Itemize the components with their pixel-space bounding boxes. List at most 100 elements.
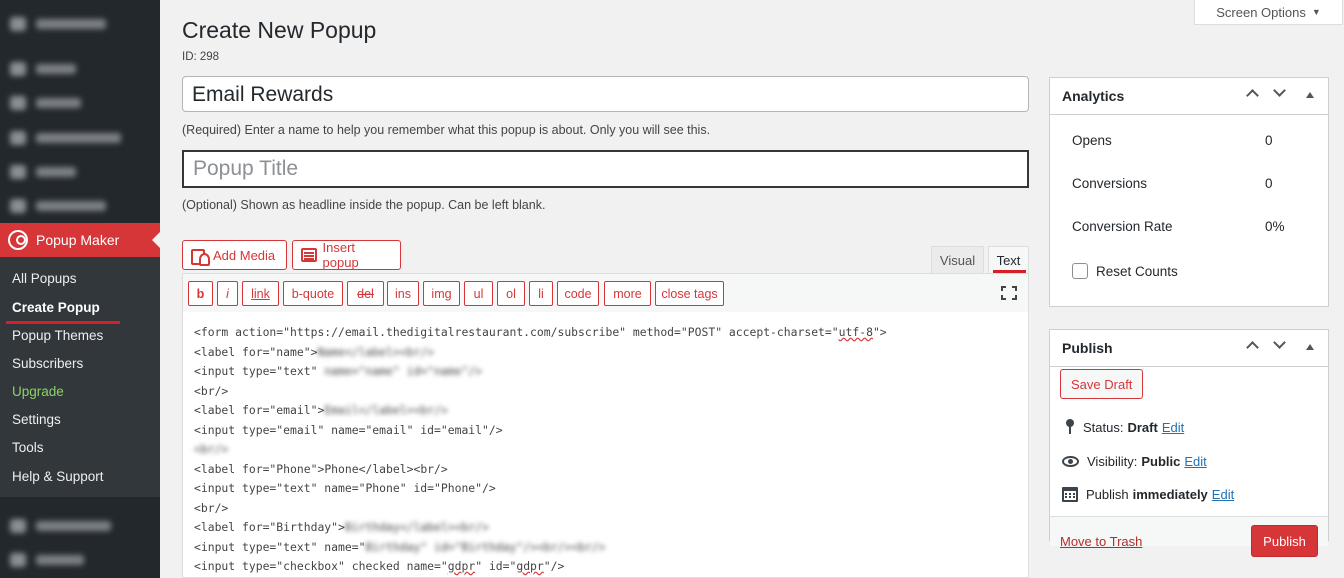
collapse-toggle-icon[interactable]	[1306, 344, 1314, 350]
conversion-rate-value: 0%	[1265, 219, 1285, 234]
submenu-popup-themes[interactable]: Popup Themes	[12, 328, 103, 343]
page-title: Create New Popup	[182, 17, 377, 43]
quicktag-ins[interactable]: ins	[387, 281, 419, 306]
sidebar-item-plugins[interactable]	[0, 545, 160, 575]
move-down-icon[interactable]	[1273, 336, 1286, 349]
move-up-icon[interactable]	[1246, 341, 1259, 354]
code-line: <label for="email">Email</label><br/>	[194, 403, 448, 417]
reset-counts-label: Reset Counts	[1096, 264, 1178, 279]
add-media-button[interactable]: Add Media	[182, 240, 287, 270]
conversions-value: 0	[1265, 176, 1273, 191]
screen-options-label: Screen Options	[1216, 4, 1306, 20]
code-line: <input type="checkbox" checked name="gdp…	[194, 559, 565, 573]
popup-name-input[interactable]: Email Rewards	[182, 76, 1029, 112]
add-media-icon	[191, 247, 210, 266]
comments-icon	[10, 199, 26, 213]
opens-label: Opens	[1072, 133, 1112, 148]
quicktag-link[interactable]: link	[242, 281, 279, 306]
sidebar-item-dashboard[interactable]	[0, 9, 160, 39]
reset-counts-checkbox[interactable]	[1072, 263, 1088, 279]
publish-panel: Publish Save Draft Status: Draft Edit Vi…	[1049, 329, 1329, 557]
insert-popup-label: Insert popup	[322, 240, 359, 270]
code-line: <input type="text" name="Birthday" id="B…	[194, 539, 606, 554]
builder-icon	[10, 131, 26, 145]
submenu-upgrade[interactable]: Upgrade	[12, 384, 64, 399]
code-line: <br/>	[194, 442, 229, 456]
analytics-panel-header: Analytics	[1050, 78, 1328, 115]
submenu-tools[interactable]: Tools	[12, 440, 44, 455]
status-label: Status:	[1083, 419, 1124, 435]
move-down-icon[interactable]	[1273, 84, 1286, 97]
submenu-help-support[interactable]: Help & Support	[12, 469, 104, 484]
edit-status-link[interactable]: Edit	[1162, 420, 1184, 435]
pin-icon	[10, 62, 26, 76]
publish-label: Publish	[1086, 487, 1129, 502]
publish-footer: Move to Trash Publish	[1050, 516, 1328, 557]
publish-button[interactable]: Publish	[1251, 525, 1318, 557]
quicktag-italic[interactable]: i	[217, 281, 238, 306]
submenu-settings[interactable]: Settings	[12, 412, 61, 427]
opens-value: 0	[1265, 133, 1273, 148]
quicktag-del[interactable]: del	[347, 281, 384, 306]
edit-schedule-link[interactable]: Edit	[1212, 487, 1234, 502]
quicktag-img[interactable]: img	[423, 281, 460, 306]
quicktag-bold[interactable]: b	[188, 281, 213, 306]
sidebar-item-comments[interactable]	[0, 191, 160, 221]
code-line: <label for="Birthday">Birthday</label><b…	[194, 520, 489, 534]
code-line: <input type="text" name="name" id="name"…	[194, 364, 483, 378]
popup-id: ID: 298	[182, 51, 220, 63]
code-line: <input type="email" name="email" id="ema…	[194, 422, 503, 437]
quicktag-more[interactable]: more	[604, 281, 651, 306]
quicktag-ol[interactable]: ol	[497, 281, 525, 306]
eye-icon	[1062, 456, 1079, 467]
sidebar-item-label: Popup Maker	[36, 232, 120, 248]
name-help-text: (Required) Enter a name to help you reme…	[182, 123, 711, 137]
sidebar-item-pages[interactable]	[0, 157, 160, 187]
sidebar-item-media[interactable]	[0, 88, 160, 118]
annotation-underline	[6, 321, 120, 324]
tab-visual[interactable]: Visual	[931, 246, 984, 274]
insert-popup-button[interactable]: Insert popup	[292, 240, 401, 270]
popup-title-input[interactable]: Popup Title	[182, 150, 1029, 188]
code-line: <label for="name">Name</label><br/>	[194, 344, 435, 359]
visibility-row: Visibility: Public Edit	[1062, 454, 1207, 469]
edit-visibility-link[interactable]: Edit	[1184, 454, 1206, 469]
save-draft-button[interactable]: Save Draft	[1060, 369, 1144, 399]
calendar-icon	[1062, 487, 1078, 502]
add-media-label: Add Media	[213, 247, 276, 263]
visibility-label: Visibility:	[1087, 454, 1138, 469]
screen-options-button[interactable]: Screen Options ▼	[1194, 0, 1343, 25]
move-to-trash-link[interactable]: Move to Trash	[1060, 534, 1142, 549]
sidebar-item-appearance[interactable]	[0, 511, 160, 541]
sidebar-submenu	[0, 257, 160, 497]
fullscreen-icon[interactable]	[1001, 286, 1017, 300]
plugins-icon	[10, 553, 26, 567]
dashboard-icon	[10, 17, 26, 31]
submenu-subscribers[interactable]: Subscribers	[12, 356, 83, 371]
quicktag-close-tags[interactable]: close tags	[655, 281, 724, 306]
submenu-all-popups[interactable]: All Popups	[12, 271, 77, 286]
code-editor[interactable]: <form action="https://email.thedigitalre…	[182, 312, 1029, 578]
code-line: <label for="Phone">Phone</label><br/>	[194, 461, 448, 476]
status-value: Draft	[1127, 419, 1158, 435]
conversions-label: Conversions	[1072, 176, 1148, 191]
quicktag-b-quote[interactable]: b-quote	[283, 281, 343, 306]
collapse-toggle-icon[interactable]	[1306, 92, 1314, 98]
panel-title: Analytics	[1062, 88, 1125, 104]
quicktag-ul[interactable]: ul	[464, 281, 493, 306]
quicktag-code[interactable]: code	[557, 281, 599, 306]
submenu-create-popup[interactable]: Create Popup	[12, 300, 100, 315]
panel-title: Publish	[1062, 340, 1113, 356]
admin-sidebar: Popup Maker All Popups Create Popup Popu…	[0, 0, 160, 578]
move-up-icon[interactable]	[1246, 89, 1259, 102]
quicktag-li[interactable]: li	[529, 281, 553, 306]
status-row: Status: Draft Edit	[1065, 419, 1184, 435]
code-line: <br/>	[194, 500, 229, 515]
sidebar-item-blurred[interactable]	[0, 123, 160, 153]
caret-down-icon: ▼	[1311, 7, 1321, 17]
code-line: <br/>	[194, 383, 229, 398]
sidebar-item-popup-maker[interactable]: Popup Maker	[0, 223, 160, 257]
analytics-panel: Analytics Opens 0 Conversions 0 Conversi…	[1049, 77, 1329, 307]
sidebar-item-posts[interactable]	[0, 54, 160, 84]
publish-schedule-row: Publish immediately Edit	[1062, 487, 1234, 502]
